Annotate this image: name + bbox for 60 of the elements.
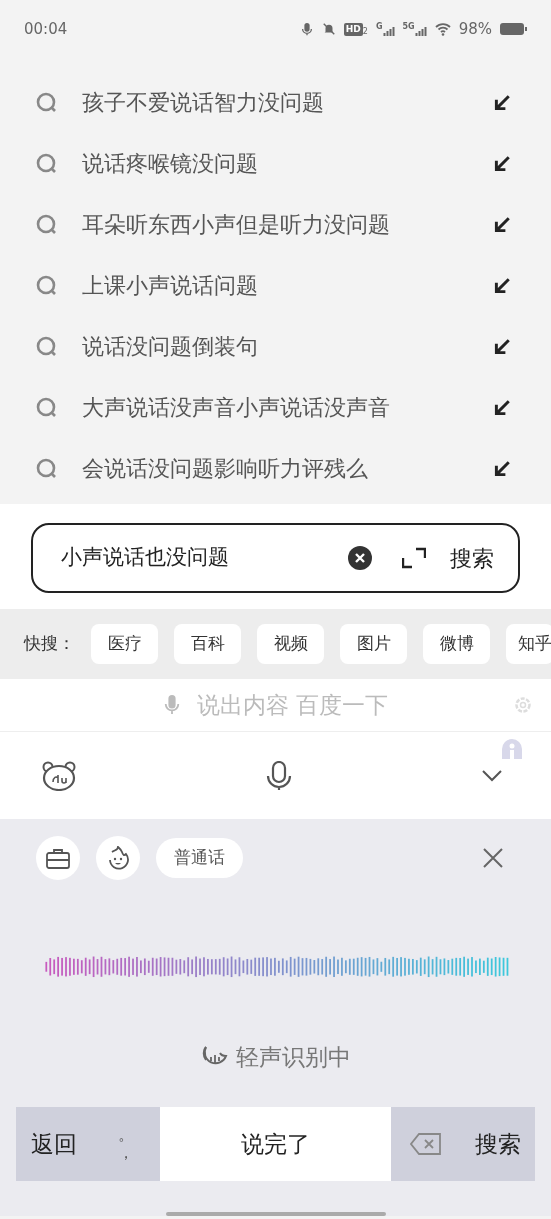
language-button[interactable]: 普通话 <box>156 838 243 878</box>
microphone-icon <box>162 694 181 716</box>
suggestion-text[interactable]: 耳朵听东西小声但是听力没问题 <box>82 208 390 241</box>
recognition-status: 轻声识别中 <box>236 1042 351 1072</box>
battery-icon <box>500 23 527 36</box>
search-icon <box>36 457 58 480</box>
suggestion-text[interactable]: 大声说话没声音小声说话没声音 <box>82 391 390 424</box>
clear-icon[interactable] <box>348 546 372 570</box>
backspace-icon <box>409 1133 442 1156</box>
network-label: 5G <box>402 22 415 32</box>
punctuation-mark: ， <box>118 1144 134 1163</box>
suggestion-text[interactable]: 上课小声说话问题 <box>82 269 258 302</box>
microphone-icon[interactable] <box>265 760 292 791</box>
suggestion-text[interactable]: 会说话没问题影响听力评残么 <box>82 452 368 485</box>
fill-arrow-icon[interactable] <box>493 337 511 356</box>
hd-label: HD <box>343 22 363 36</box>
search-icon <box>36 213 58 236</box>
search-icon <box>36 335 58 358</box>
fill-arrow-icon[interactable] <box>493 398 511 417</box>
battery-percent: 98% <box>458 19 492 40</box>
hd-label: 2 <box>362 27 368 36</box>
smiling-face-icon <box>106 846 130 870</box>
category-chip[interactable]: 百科 <box>174 624 241 664</box>
category-chip[interactable]: 视频 <box>257 624 324 664</box>
fill-arrow-icon[interactable] <box>493 215 511 234</box>
wifi-icon <box>434 22 451 37</box>
category-chip[interactable]: 医疗 <box>91 624 158 664</box>
chevron-down-icon[interactable] <box>481 769 503 782</box>
toolbox-icon <box>46 847 70 869</box>
toolbox-button[interactable] <box>36 836 80 880</box>
search-icon <box>36 91 58 114</box>
suggestion-text[interactable]: 孩子不爱说话智力没问题 <box>82 86 324 119</box>
search-field[interactable]: 小声说话也没问题 搜索 <box>31 523 520 593</box>
search-icon <box>36 396 58 419</box>
fill-arrow-icon[interactable] <box>493 154 511 173</box>
punctuation-mark: 。 <box>118 1126 134 1145</box>
search-icon <box>36 274 58 297</box>
key[interactable]: 返回 <box>16 1107 92 1182</box>
category-chip[interactable]: 图片 <box>340 624 407 664</box>
close-icon[interactable] <box>482 847 504 869</box>
fill-arrow-icon[interactable] <box>493 93 511 112</box>
clock: 00:04 <box>24 19 68 40</box>
suggestion-text[interactable]: 说话疼喉镜没问题 <box>82 147 258 180</box>
bear-logo-icon[interactable] <box>42 760 76 791</box>
expand-icon[interactable] <box>402 546 426 570</box>
suggestion-text[interactable]: 说话没问题倒装句 <box>82 330 258 363</box>
voice-prompt: 说出内容 百度一下 <box>196 690 389 720</box>
search-icon <box>36 152 58 175</box>
network-label: G <box>375 22 383 32</box>
punctuation-key[interactable]: 。 ， <box>92 1107 160 1182</box>
fill-arrow-icon[interactable] <box>493 276 511 295</box>
finish-key[interactable]: 说完了 <box>160 1107 391 1182</box>
category-chip[interactable]: 微博 <box>423 624 490 664</box>
quick-search-label: 快搜： <box>24 632 75 656</box>
microphone-icon <box>299 21 314 38</box>
key[interactable]: 搜索 <box>460 1107 535 1182</box>
emoji-button[interactable] <box>96 836 140 880</box>
search-button[interactable]: 搜索 <box>450 541 494 575</box>
fill-arrow-icon[interactable] <box>493 459 511 478</box>
category-chip[interactable]: 知乎 <box>506 624 551 664</box>
